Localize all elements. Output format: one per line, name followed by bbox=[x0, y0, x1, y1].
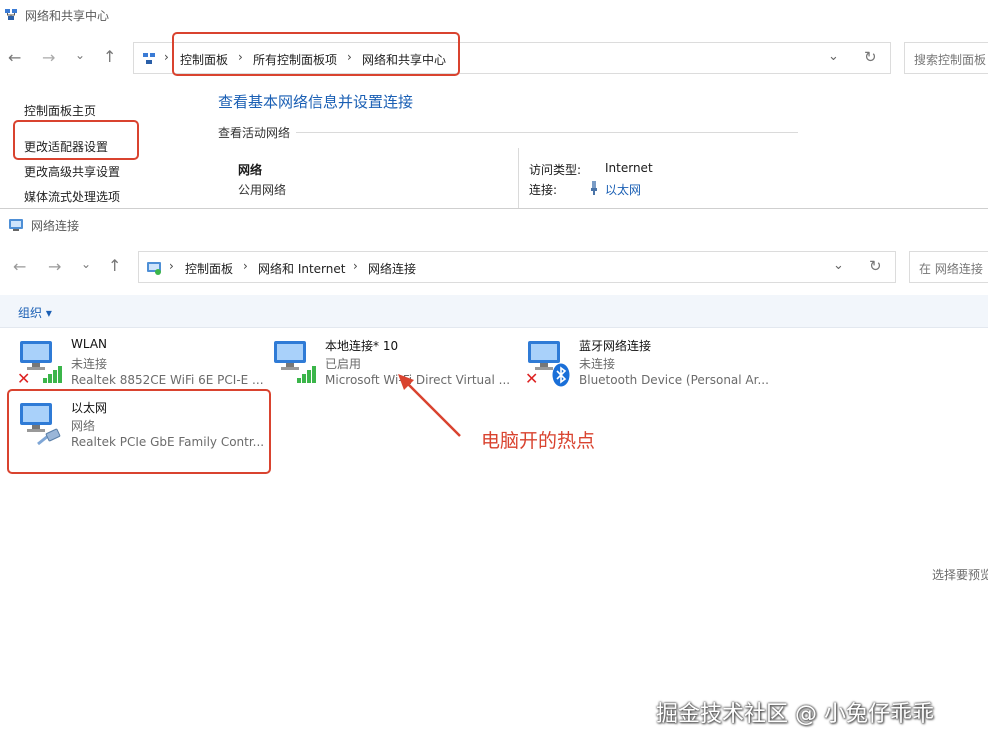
network-center-icon bbox=[4, 7, 18, 21]
adapter-status: 未连接 bbox=[71, 357, 108, 371]
refresh-icon[interactable]: ↻ bbox=[869, 257, 882, 275]
back-arrow-icon[interactable]: ← bbox=[13, 257, 26, 276]
adapter-status: 未连接 bbox=[579, 357, 616, 371]
network-type: 公用网络 bbox=[238, 183, 287, 197]
connection-link[interactable]: 以太网 bbox=[605, 181, 641, 198]
bluetooth-icon bbox=[552, 363, 570, 391]
adapter-device: Realtek 8852CE WiFi 6E PCI-E ... bbox=[71, 373, 264, 387]
red-x-icon: ✕ bbox=[17, 369, 31, 388]
access-type-value: Internet bbox=[605, 161, 653, 175]
search-placeholder: 搜索控制面板 bbox=[914, 53, 987, 67]
search-input[interactable]: 搜索控制面板 bbox=[904, 42, 988, 74]
adapter-settings-highlight bbox=[13, 120, 139, 160]
control-panel-icon bbox=[147, 260, 161, 275]
ethernet-plug-icon bbox=[589, 180, 599, 195]
chevron-right-icon: › bbox=[243, 259, 248, 273]
network-center-icon bbox=[142, 51, 156, 65]
up-arrow-icon[interactable]: ↑ bbox=[108, 256, 121, 275]
sidebar-item-media-streaming[interactable]: 媒体流式处理选项 bbox=[24, 188, 120, 205]
recent-chevron-icon[interactable]: ⌄ bbox=[81, 257, 91, 271]
sidebar-item-home[interactable]: 控制面板主页 bbox=[24, 102, 96, 119]
annotation-arrow bbox=[398, 374, 461, 437]
adapter-device: Bluetooth Device (Personal Ar... bbox=[579, 373, 769, 387]
signal-bars-icon bbox=[42, 364, 64, 388]
adapter-tile-bluetooth[interactable]: ✕ 蓝牙网络连接 未连接 Bluetooth Device (Personal … bbox=[522, 335, 772, 391]
breadcrumb-item[interactable]: 网络连接 bbox=[368, 260, 416, 277]
command-bar: 组织 ▾ bbox=[0, 295, 988, 328]
forward-arrow-icon[interactable]: → bbox=[48, 257, 61, 276]
refresh-icon[interactable]: ↻ bbox=[864, 48, 877, 66]
breadcrumb-item[interactable]: 控制面板 bbox=[185, 260, 233, 277]
annotation-label: 电脑开的热点 bbox=[481, 430, 596, 452]
network-name: 网络 bbox=[238, 163, 263, 177]
chevron-right-icon: › bbox=[164, 50, 169, 64]
forward-arrow-icon[interactable]: → bbox=[42, 48, 55, 67]
search-input[interactable]: 在 网络连接 bbox=[909, 251, 988, 283]
top-window: 网络和共享中心 ← → ⌄ ↑ › 控制面板 › 所有控制面板项 › 网络和共享… bbox=[0, 0, 988, 208]
network-connections-icon bbox=[9, 217, 23, 231]
connection-label: 连接: bbox=[529, 183, 558, 197]
address-bar[interactable]: › 控制面板 › 网络和 Internet › 网络连接 ⌄ ↻ bbox=[138, 251, 896, 283]
chevron-right-icon: › bbox=[169, 259, 174, 273]
vertical-divider bbox=[518, 148, 519, 208]
breadcrumb-highlight bbox=[172, 32, 460, 76]
organize-button[interactable]: 组织 ▾ bbox=[18, 304, 52, 321]
section-divider bbox=[296, 132, 798, 133]
breadcrumb-item[interactable]: 网络和 Internet bbox=[258, 260, 345, 277]
access-type-label: 访问类型: bbox=[529, 163, 582, 177]
dropdown-chevron-icon[interactable]: ⌄ bbox=[828, 49, 839, 64]
window-title: 网络连接 bbox=[31, 219, 80, 233]
adapter-name: 蓝牙网络连接 bbox=[579, 339, 652, 353]
watermark: 掘金技术社区 @ 小兔仔乖乖 bbox=[656, 702, 934, 727]
dropdown-chevron-icon[interactable]: ⌄ bbox=[833, 258, 844, 273]
up-arrow-icon[interactable]: ↑ bbox=[103, 47, 116, 66]
adapter-tile-wlan[interactable]: ✕ WLAN 未连接 Realtek 8852CE WiFi 6E PCI-E … bbox=[14, 335, 264, 391]
window-title: 网络和共享中心 bbox=[25, 9, 110, 23]
back-arrow-icon[interactable]: ← bbox=[8, 48, 21, 67]
red-x-icon: ✕ bbox=[525, 369, 539, 388]
signal-bars-icon bbox=[296, 364, 318, 388]
search-placeholder: 在 网络连接 bbox=[919, 262, 983, 276]
bottom-window: 网络连接 ← → ⌄ ↑ › 控制面板 › 网络和 Internet › 网络连… bbox=[0, 208, 988, 747]
ethernet-highlight bbox=[7, 389, 271, 474]
section-label: 查看活动网络 bbox=[218, 126, 291, 140]
adapter-status: 已启用 bbox=[325, 357, 362, 371]
page-title: 查看基本网络信息并设置连接 bbox=[218, 93, 414, 111]
adapter-name: 本地连接* 10 bbox=[325, 339, 399, 353]
preview-hint: 选择要预览 bbox=[932, 568, 988, 582]
chevron-right-icon: › bbox=[353, 259, 358, 273]
sidebar-item-advanced-sharing[interactable]: 更改高级共享设置 bbox=[24, 163, 120, 180]
adapter-name: WLAN bbox=[71, 337, 108, 351]
recent-chevron-icon[interactable]: ⌄ bbox=[75, 48, 85, 62]
